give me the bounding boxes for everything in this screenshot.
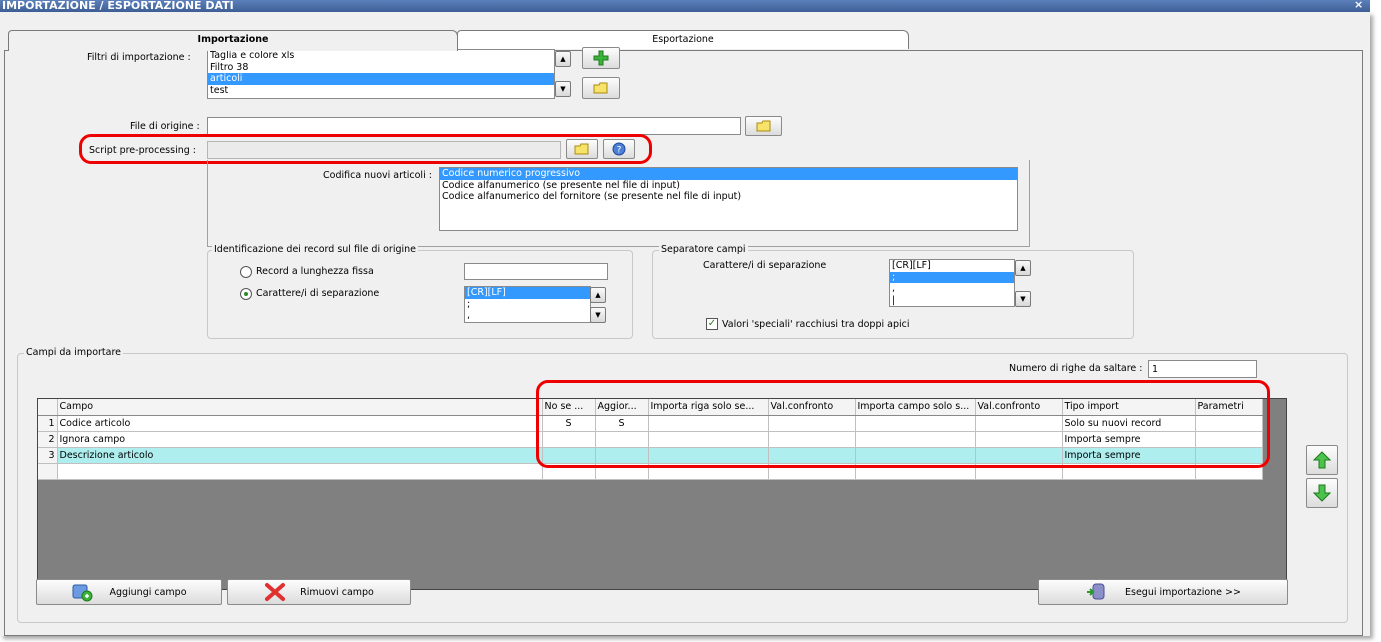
fixed-length-radio[interactable] — [240, 266, 252, 278]
skip-rows-label: Numero di righe da saltare : — [1009, 363, 1143, 374]
column-header[interactable]: Campo — [57, 399, 543, 416]
field-sep-label: Carattere/i di separazione — [703, 260, 827, 271]
remove-field-button[interactable]: Rimuovi campo — [227, 579, 411, 605]
source-file-label: File di origine : — [130, 121, 200, 132]
open-filter-button[interactable] — [582, 77, 620, 99]
fixed-length-input[interactable] — [464, 263, 608, 280]
scroll-down-icon[interactable]: ▼ — [590, 307, 606, 323]
record-id-title: Identificazione dei record sul file di o… — [212, 244, 419, 255]
list-item[interactable]: [CR][LF] — [465, 287, 590, 299]
tab-esportazione[interactable]: Esportazione — [457, 30, 909, 49]
run-import-button[interactable]: Esegui importazione >> — [1038, 579, 1288, 605]
remove-field-label: Rimuovi campo — [300, 586, 374, 598]
add-filter-button[interactable] — [582, 47, 620, 69]
plus-icon — [593, 50, 609, 66]
list-item[interactable]: Taglia e colore xls — [208, 50, 554, 62]
add-field-label: Aggiungi campo — [109, 586, 187, 598]
run-import-label: Esegui importazione >> — [1125, 586, 1241, 598]
separator-radio[interactable] — [240, 288, 252, 300]
scroll-up-icon[interactable]: ▲ — [590, 287, 606, 303]
row-number: 1 — [38, 415, 58, 432]
fields-title: Campi da importare — [24, 347, 123, 358]
add-field-icon — [72, 584, 93, 602]
move-down-button[interactable] — [1306, 478, 1338, 508]
list-item[interactable]: , — [465, 310, 590, 322]
main-window: Esportazione Importazione Filtri di impo… — [0, 12, 1370, 636]
list-item[interactable]: ; — [465, 299, 590, 311]
browse-file-button[interactable] — [745, 116, 782, 136]
scroll-down-icon[interactable]: ▼ — [555, 81, 571, 97]
add-field-button[interactable]: Aggiungi campo — [36, 579, 222, 605]
source-file-input[interactable] — [207, 117, 741, 135]
list-item[interactable]: , — [890, 283, 1014, 295]
list-item[interactable]: ; — [890, 271, 1014, 283]
scroll-up-icon[interactable]: ▲ — [555, 51, 571, 67]
quote-label: Valori 'speciali' racchiusi tra doppi ap… — [722, 319, 910, 330]
filters-label: Filtri di importazione : — [87, 52, 191, 63]
filters-list[interactable]: Taglia e colore xls Filtro 38 articoli t… — [207, 49, 555, 99]
row-number: 3 — [38, 447, 58, 464]
fixed-length-label: Record a lunghezza fissa — [256, 266, 374, 277]
remove-x-icon — [265, 583, 286, 601]
cell-campo[interactable]: Descrizione articolo — [57, 447, 543, 464]
close-icon[interactable]: × — [1354, 0, 1364, 10]
scroll-up-icon[interactable]: ▲ — [1015, 260, 1031, 276]
codifica-list[interactable]: Codice numerico progressivo Codice alfan… — [439, 167, 1018, 231]
row-number: 2 — [38, 431, 58, 448]
list-item[interactable]: Codice alfanumerico del fornitore (se pr… — [440, 191, 1017, 203]
list-item[interactable]: test — [208, 85, 554, 97]
arrow-down-icon — [1313, 484, 1331, 502]
field-sep-title: Separatore campi — [659, 244, 748, 255]
move-up-button[interactable] — [1306, 445, 1338, 475]
tab-importazione[interactable]: Importazione — [8, 30, 458, 51]
cell-campo[interactable] — [57, 463, 543, 480]
list-item[interactable]: Codice numerico progressivo — [440, 168, 1017, 180]
list-item[interactable]: | — [890, 295, 1014, 307]
list-item[interactable]: Codice alfanumerico (se presente nel fil… — [440, 180, 1017, 192]
skip-rows-input[interactable]: 1 — [1148, 360, 1257, 378]
run-import-icon — [1087, 583, 1105, 600]
row-number — [38, 463, 58, 480]
codifica-label: Codifica nuovi articoli : — [323, 170, 432, 181]
folder-icon — [756, 120, 770, 132]
cell-campo[interactable]: Codice articolo — [57, 415, 543, 432]
separator-label: Carattere/i di separazione — [256, 288, 380, 299]
list-item[interactable]: [CR][LF] — [890, 260, 1014, 272]
window-title: IMPORTAZIONE / ESPORTAZIONE DATI — [0, 0, 1370, 12]
list-item[interactable]: articoli — [208, 73, 554, 85]
list-item[interactable]: Filtro 38 — [208, 62, 554, 74]
cell-campo[interactable]: Ignora campo — [57, 431, 543, 448]
highlight-grid-columns — [536, 380, 1270, 468]
scroll-down-icon[interactable]: ▼ — [1015, 291, 1031, 307]
quote-checkbox[interactable]: ✓ — [706, 318, 718, 330]
record-separator-list[interactable]: [CR][LF] ; , — [464, 286, 591, 323]
folder-icon — [593, 82, 608, 94]
field-separator-list[interactable]: [CR][LF] ; , | — [889, 259, 1015, 307]
row-number-header — [38, 399, 58, 416]
arrow-up-icon — [1313, 451, 1331, 469]
